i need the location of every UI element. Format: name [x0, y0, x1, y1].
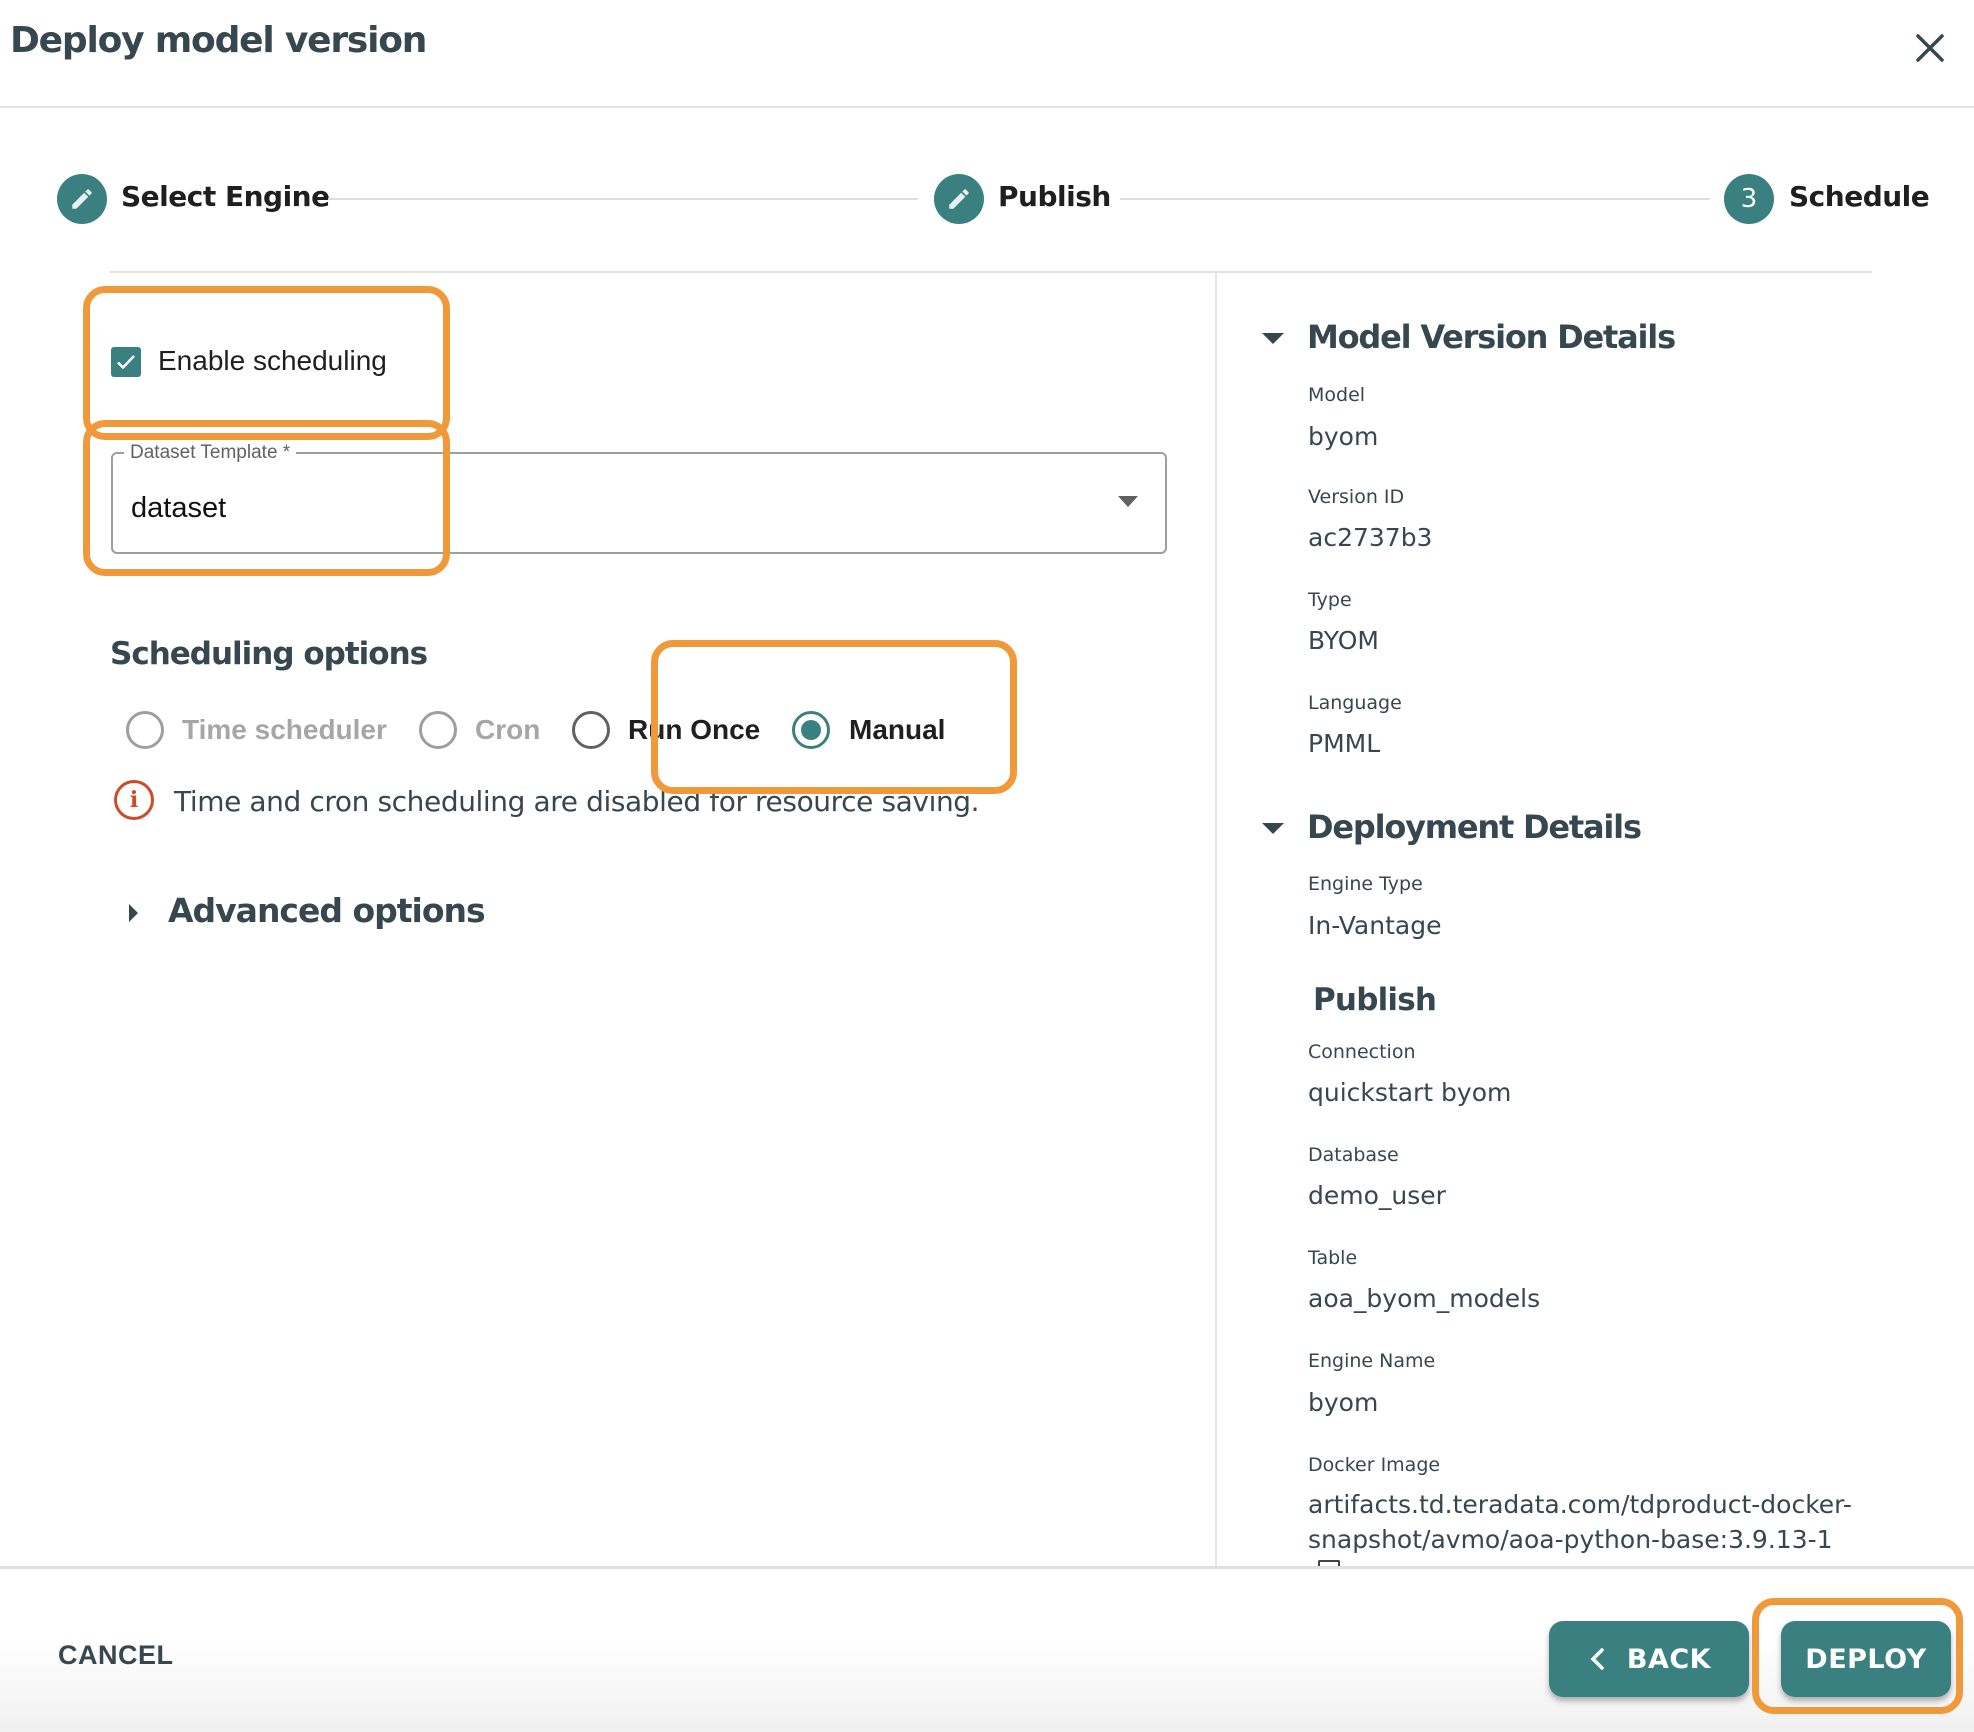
radio-run-once-label[interactable]: Run Once — [628, 714, 760, 746]
step-connector — [1120, 198, 1710, 200]
step-number: 3 — [1740, 184, 1758, 214]
step-schedule-indicator: 3 — [1724, 174, 1774, 224]
detail-value: aoa_byom_models — [1308, 1284, 1541, 1313]
radio-run-once[interactable] — [572, 711, 610, 749]
detail-value: byom — [1308, 422, 1379, 451]
radio-time-scheduler[interactable] — [126, 711, 164, 749]
dataset-template-select[interactable] — [111, 452, 1167, 554]
step-schedule-label: Schedule — [1789, 180, 1930, 213]
detail-value: ac2737b3 — [1308, 523, 1433, 552]
step-connector — [328, 198, 918, 200]
step-select-engine-indicator[interactable] — [57, 174, 107, 224]
detail-label: Engine Name — [1308, 1350, 1436, 1372]
step-select-engine-label[interactable]: Select Engine — [121, 180, 330, 213]
back-button[interactable]: BACK — [1549, 1621, 1749, 1697]
enable-scheduling-label[interactable]: Enable scheduling — [158, 345, 387, 377]
deploy-button-label: DEPLOY — [1805, 1643, 1927, 1675]
scheduling-options-heading: Scheduling options — [110, 636, 428, 672]
detail-label: Type — [1308, 589, 1352, 611]
detail-label: Model — [1308, 384, 1366, 406]
dataset-template-label: Dataset Template * — [124, 442, 297, 464]
back-button-label: BACK — [1626, 1643, 1712, 1675]
detail-value: demo_user — [1308, 1181, 1446, 1210]
expand-right-icon[interactable] — [129, 904, 138, 922]
detail-value: byom — [1308, 1388, 1379, 1417]
check-icon — [117, 355, 135, 370]
detail-value: In-Vantage — [1308, 911, 1442, 940]
step-publish-indicator[interactable] — [934, 174, 984, 224]
advanced-options-toggle[interactable]: Advanced options — [168, 891, 486, 930]
detail-label: Engine Type — [1308, 873, 1423, 895]
pencil-icon — [949, 189, 969, 209]
detail-label: Language — [1308, 692, 1402, 714]
publish-heading: Publish — [1313, 982, 1437, 1018]
model-version-details-heading[interactable]: Model Version Details — [1307, 318, 1676, 356]
detail-label: Table — [1308, 1247, 1358, 1269]
radio-time-scheduler-label[interactable]: Time scheduler — [182, 714, 387, 746]
enable-scheduling-checkbox[interactable] — [111, 347, 141, 377]
detail-label: Docker Image — [1308, 1454, 1441, 1476]
pencil-icon — [72, 189, 92, 209]
detail-label: Version ID — [1308, 486, 1405, 508]
deploy-button[interactable]: DEPLOY — [1781, 1621, 1951, 1697]
footer-divider — [0, 1566, 1974, 1569]
radio-manual[interactable] — [792, 711, 830, 749]
panel-divider — [1215, 272, 1217, 1568]
detail-value: PMML — [1308, 729, 1381, 758]
scheduling-info-text: Time and cron scheduling are disabled fo… — [174, 785, 980, 818]
docker-image-value-line2: snapshot/avmo/aoa-python-base:3.9.13-1 — [1308, 1525, 1833, 1554]
radio-cron-label[interactable]: Cron — [475, 714, 540, 746]
info-icon: i — [114, 780, 154, 820]
chevron-left-icon — [1590, 1648, 1604, 1670]
radio-manual-label[interactable]: Manual — [849, 714, 945, 746]
detail-label: Connection — [1308, 1041, 1416, 1063]
collapse-down-icon[interactable] — [1262, 823, 1284, 834]
detail-value: quickstart byom — [1308, 1078, 1512, 1107]
content-divider — [110, 271, 1872, 273]
detail-label: Database — [1308, 1144, 1399, 1166]
collapse-down-icon[interactable] — [1262, 333, 1284, 344]
docker-image-value-line1: artifacts.td.teradata.com/tdproduct-dock… — [1308, 1490, 1852, 1519]
cancel-button[interactable]: CANCEL — [58, 1640, 174, 1671]
radio-cron[interactable] — [419, 711, 457, 749]
deployment-details-heading[interactable]: Deployment Details — [1307, 808, 1642, 846]
dataset-template-value: dataset — [131, 492, 227, 524]
detail-value: BYOM — [1308, 626, 1379, 655]
close-button[interactable] — [1910, 28, 1950, 68]
close-icon — [1916, 34, 1944, 62]
step-publish-label[interactable]: Publish — [998, 180, 1111, 213]
dialog-title: Deploy model version — [10, 20, 427, 61]
header-divider — [0, 106, 1974, 108]
dropdown-arrow-icon[interactable] — [1118, 496, 1138, 507]
